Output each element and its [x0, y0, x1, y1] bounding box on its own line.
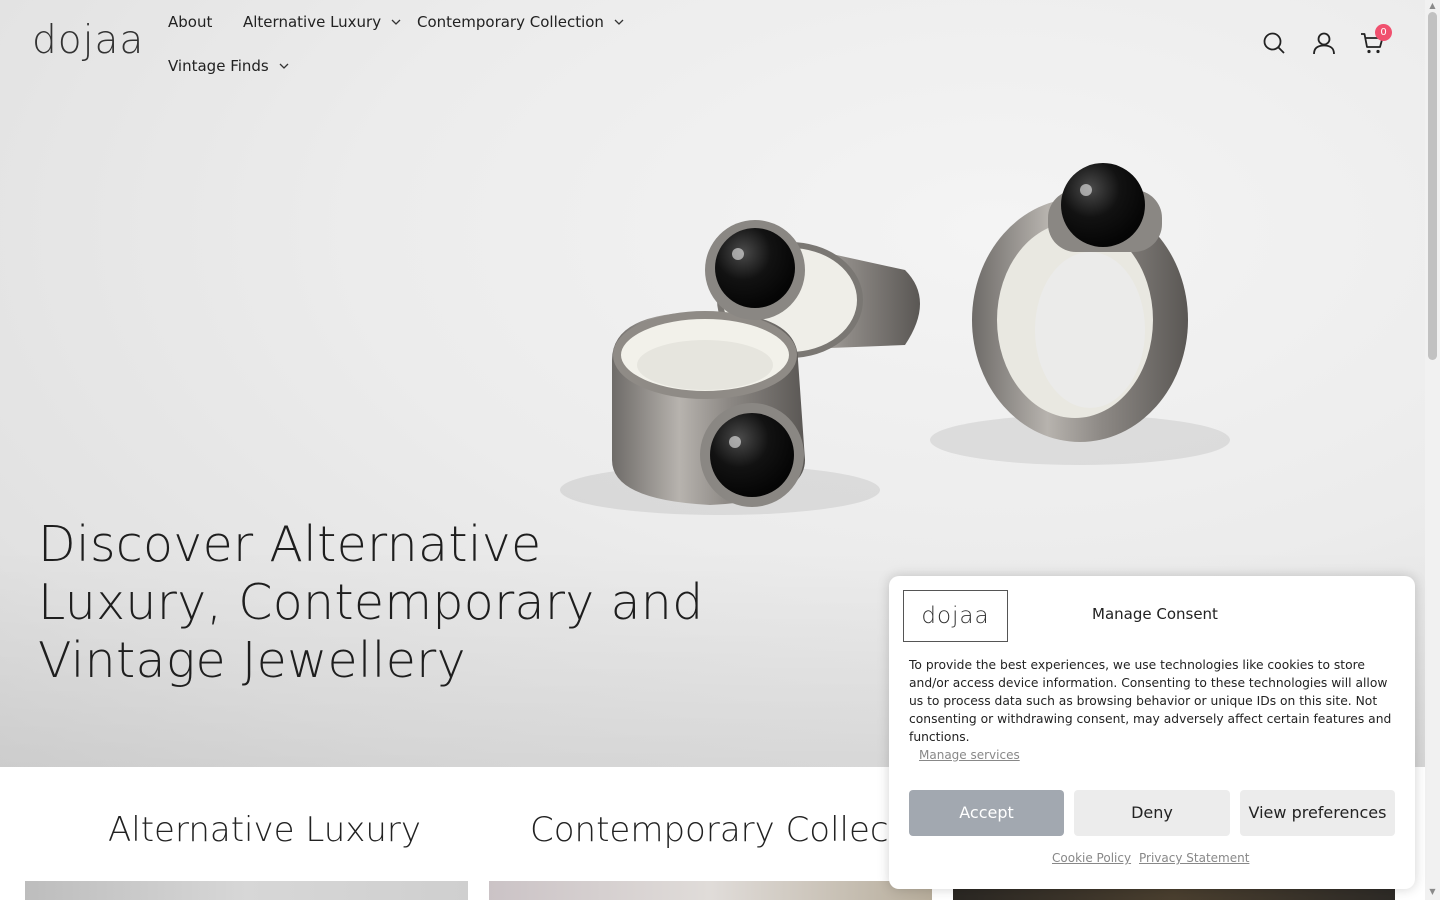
chevron-down-icon	[614, 19, 624, 25]
cookie-policy-link[interactable]: Cookie Policy	[1052, 851, 1131, 865]
scroll-down-arrow-icon[interactable]: ▼	[1428, 888, 1437, 896]
view-preferences-button[interactable]: View preferences	[1240, 790, 1395, 836]
nav-alternative-luxury-label: Alternative Luxury	[243, 13, 382, 31]
accept-button[interactable]: Accept	[909, 790, 1064, 836]
nav-alternative-luxury[interactable]: Alternative Luxury	[243, 13, 401, 31]
deny-button[interactable]: Deny	[1074, 790, 1230, 836]
nav-vintage-finds[interactable]: Vintage Finds	[168, 57, 289, 75]
manage-services-link[interactable]: Manage services	[919, 748, 1020, 762]
nav-contemporary-collection-label: Contemporary Collection	[417, 13, 604, 31]
chevron-down-icon	[279, 63, 289, 69]
consent-logo: dojaa	[903, 590, 1008, 642]
cookie-consent-dialog: dojaa Manage Consent To provide the best…	[889, 576, 1415, 889]
hero-title: Discover Alternative Luxury, Contemporar…	[38, 516, 704, 689]
chevron-down-icon	[391, 19, 401, 25]
nav-vintage-finds-label: Vintage Finds	[168, 57, 269, 75]
cart-count-badge: 0	[1375, 24, 1392, 41]
site-logo[interactable]: dojaa	[32, 18, 144, 63]
consent-title: Manage Consent	[1092, 605, 1218, 623]
product-thumbnail-contemporary[interactable]	[489, 881, 932, 900]
section-title-alternative-luxury: Alternative Luxury	[108, 810, 422, 850]
nav-about[interactable]: About	[168, 13, 212, 31]
scrollbar-thumb[interactable]	[1428, 12, 1437, 360]
product-thumbnail-alternative-luxury[interactable]	[25, 881, 468, 900]
search-icon[interactable]	[1262, 31, 1286, 55]
nav-contemporary-collection[interactable]: Contemporary Collection	[417, 13, 624, 31]
nav-about-label: About	[168, 13, 213, 31]
account-icon[interactable]	[1312, 31, 1336, 55]
consent-text: To provide the best experiences, we use …	[909, 658, 1392, 744]
scroll-up-arrow-icon[interactable]: ▲	[1428, 2, 1437, 10]
privacy-statement-link[interactable]: Privacy Statement	[1139, 851, 1249, 865]
